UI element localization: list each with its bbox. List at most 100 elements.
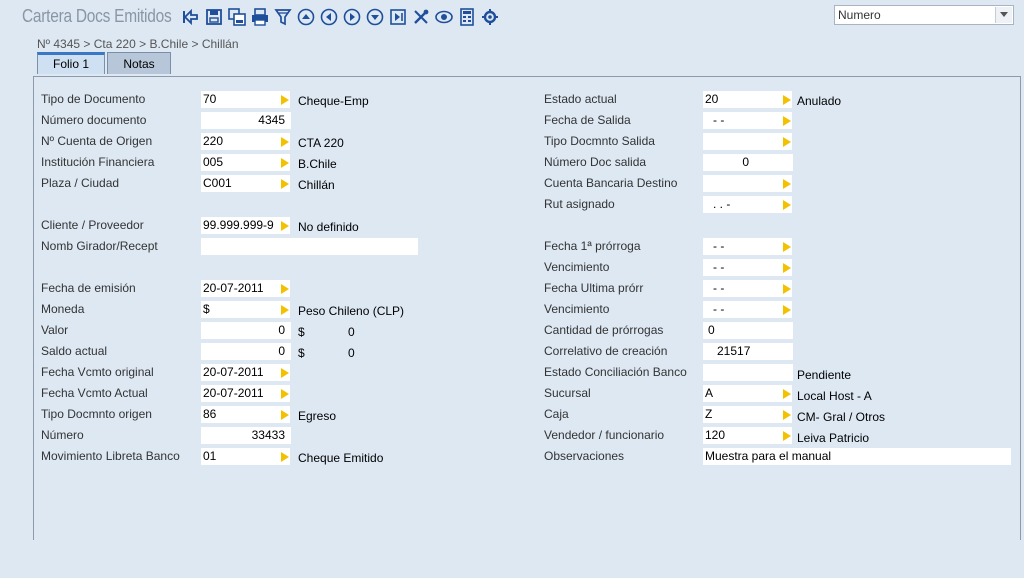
label-numero-documento: Número documento (41, 113, 147, 127)
label-sucursal: Sucursal (544, 386, 591, 400)
cliente-input[interactable]: 99.999.999-9 (201, 217, 279, 234)
sucursal-desc: Local Host - A (797, 389, 872, 403)
label-conciliacion: Estado Conciliación Banco (544, 365, 687, 379)
label-ultima-prorr: Fecha Ultima prórr (544, 281, 644, 295)
lookup-arrow-icon[interactable] (279, 91, 290, 108)
lookup-arrow-icon[interactable] (279, 133, 290, 150)
estado-actual-input[interactable]: 20 (703, 91, 781, 108)
lookup-arrow-icon[interactable] (781, 196, 792, 213)
calculator-icon[interactable] (456, 6, 477, 27)
next-record-icon[interactable] (341, 6, 362, 27)
label-numero-salida: Número Doc salida (544, 155, 647, 169)
vcmto-original-input[interactable]: 20-07-2011 (201, 364, 279, 381)
lookup-arrow-icon[interactable] (279, 154, 290, 171)
main-frame: Nº 4345 > Cta 220 > B.Chile > Chillán Fo… (33, 34, 1023, 571)
lookup-arrow-icon[interactable] (781, 175, 792, 192)
cuenta-origen-input[interactable]: 220 (201, 133, 279, 150)
correlativo-input[interactable]: 21517 (703, 343, 793, 360)
label-saldo: Saldo actual (41, 344, 108, 358)
first-record-icon[interactable] (295, 6, 316, 27)
tipo-documento-desc: Cheque-Emp (298, 94, 369, 108)
lookup-arrow-icon[interactable] (279, 385, 290, 402)
lookup-arrow-icon[interactable] (781, 301, 792, 318)
tipo-documento-input[interactable]: 70 (201, 91, 279, 108)
tools-icon[interactable] (410, 6, 431, 27)
lookup-arrow-icon[interactable] (781, 427, 792, 444)
lookup-arrow-icon[interactable] (279, 448, 290, 465)
view-icon[interactable] (433, 6, 454, 27)
previous-record-icon[interactable] (318, 6, 339, 27)
settings-icon[interactable] (479, 6, 500, 27)
lookup-arrow-icon[interactable] (781, 91, 792, 108)
tab-bar: Folio 1 Notas (37, 52, 171, 76)
lookup-arrow-icon[interactable] (781, 112, 792, 129)
rut-input[interactable]: . . - (703, 196, 781, 213)
lookup-arrow-icon[interactable] (781, 406, 792, 423)
vcmto-actual-input[interactable]: 20-07-2011 (201, 385, 279, 402)
fecha-salida-input[interactable]: - - (703, 112, 781, 129)
label-plaza: Plaza / Ciudad (41, 176, 120, 190)
vencimiento1-input[interactable]: - - (703, 259, 781, 276)
numero-input[interactable]: 33433 (201, 427, 291, 444)
label-observaciones: Observaciones (544, 449, 625, 463)
save-copy-icon[interactable] (226, 6, 247, 27)
moneda-input[interactable]: $ (201, 301, 279, 318)
lookup-arrow-icon[interactable] (781, 259, 792, 276)
lookup-arrow-icon[interactable] (279, 364, 290, 381)
numero-salida-input[interactable]: 0 (703, 154, 793, 171)
lookup-arrow-icon[interactable] (279, 301, 290, 318)
girador-input[interactable] (201, 238, 418, 255)
valor-input[interactable]: 0 (201, 322, 291, 339)
cantidad-input[interactable]: 0 (703, 322, 793, 339)
ultima-prorr-input[interactable]: - - (703, 280, 781, 297)
institucion-input[interactable]: 005 (201, 154, 279, 171)
vendedor-input[interactable]: 120 (703, 427, 781, 444)
lookup-arrow-icon[interactable] (279, 217, 290, 234)
sucursal-input[interactable]: A (703, 385, 781, 402)
lookup-arrow-icon[interactable] (781, 385, 792, 402)
save-icon[interactable] (203, 6, 224, 27)
tipo-salida-input[interactable] (703, 133, 781, 150)
lookup-arrow-icon[interactable] (279, 406, 290, 423)
prorroga1-input[interactable]: - - (703, 238, 781, 255)
fecha-emision-input[interactable]: 20-07-2011 (201, 280, 279, 297)
lookup-arrow-icon[interactable] (279, 175, 290, 192)
saldo-input[interactable]: 0 (201, 343, 291, 360)
filter-icon[interactable] (272, 6, 293, 27)
tab-notas[interactable]: Notas (107, 52, 171, 74)
label-numero: Número (41, 428, 84, 442)
back-icon[interactable] (180, 6, 201, 27)
lookup-arrow-icon[interactable] (781, 280, 792, 297)
tipo-origen-input[interactable]: 86 (201, 406, 279, 423)
valor-currency: $ (298, 325, 305, 339)
caja-desc: CM- Gral / Otros (797, 410, 886, 424)
movimiento-desc: Cheque Emitido (298, 451, 384, 465)
form-panel: Tipo de Documento 70 Cheque-Emp Número d… (33, 76, 1021, 571)
label-estado-actual: Estado actual (544, 92, 617, 106)
tab-folio-1[interactable]: Folio 1 (37, 52, 105, 74)
chevron-down-icon[interactable] (995, 7, 1012, 23)
app-title: Cartera Docs Emitidos (22, 6, 172, 26)
observaciones-input[interactable]: Muestra para el manual (703, 448, 1011, 465)
cuenta-destino-input[interactable] (703, 175, 781, 192)
label-cuenta-destino: Cuenta Bancaria Destino (544, 176, 678, 190)
search-field-select[interactable]: Numero (834, 5, 1014, 25)
conciliacion-input[interactable] (703, 364, 793, 381)
caja-input[interactable]: Z (703, 406, 781, 423)
print-icon[interactable] (249, 6, 270, 27)
toolbar (180, 6, 500, 28)
last-record-icon[interactable] (364, 6, 385, 27)
label-girador: Nomb Girador/Recept (41, 239, 158, 253)
movimiento-input[interactable]: 01 (201, 448, 279, 465)
jump-icon[interactable] (387, 6, 408, 27)
status-bar (0, 540, 1024, 578)
lookup-arrow-icon[interactable] (781, 133, 792, 150)
label-tipo-salida: Tipo Docmnto Salida (544, 134, 655, 148)
plaza-input[interactable]: C001 (201, 175, 279, 192)
lookup-arrow-icon[interactable] (781, 238, 792, 255)
vencimiento2-input[interactable]: - - (703, 301, 781, 318)
lookup-arrow-icon[interactable] (279, 280, 290, 297)
label-rut: Rut asignado (544, 197, 615, 211)
saldo-amount: 0 (348, 346, 355, 360)
numero-documento-input[interactable]: 4345 (201, 112, 291, 129)
